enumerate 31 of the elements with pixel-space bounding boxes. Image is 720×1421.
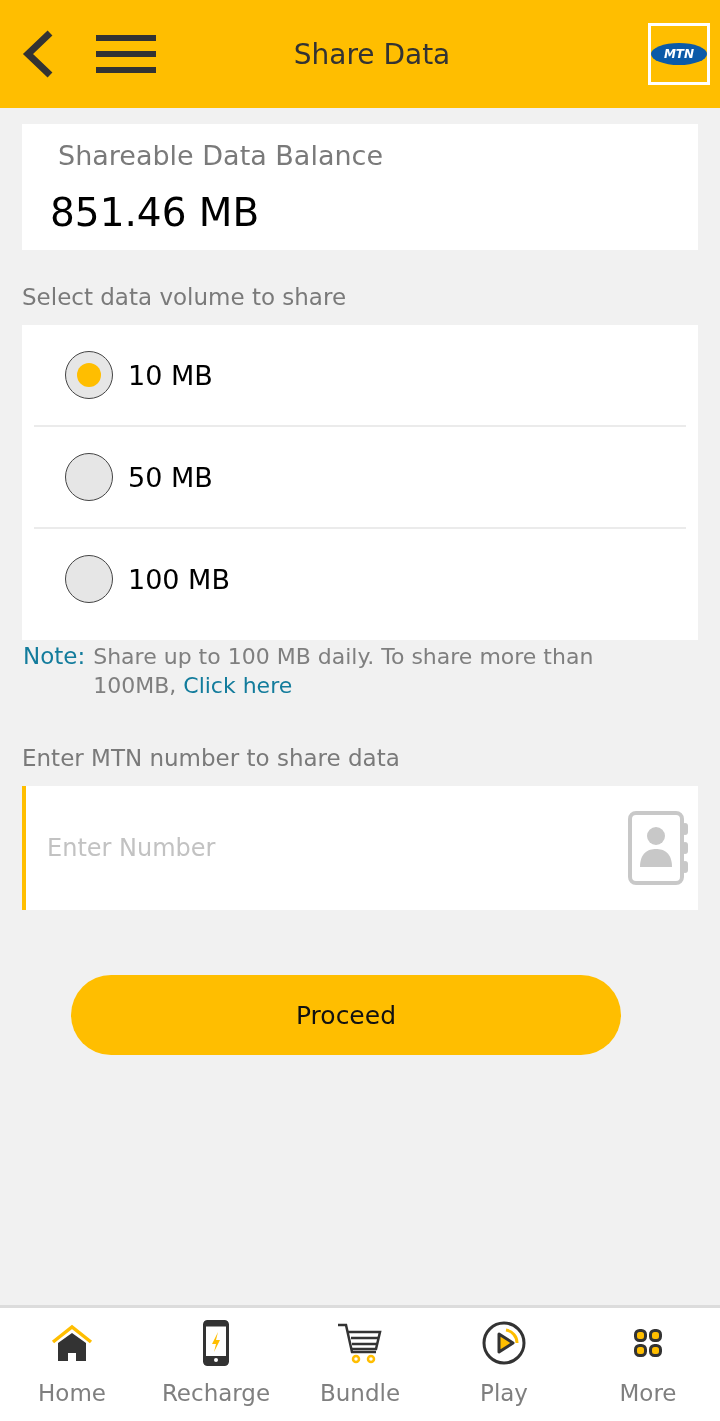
back-button[interactable] — [20, 30, 54, 78]
nav-item[interactable]: Recharge — [144, 1308, 288, 1421]
phone-bolt-icon — [203, 1320, 229, 1366]
nav-item[interactable]: More — [576, 1308, 720, 1421]
menu-button[interactable] — [96, 35, 156, 73]
option-label[interactable]: 50 MB — [128, 461, 213, 493]
option-label[interactable]: 10 MB — [128, 359, 213, 391]
section-label: Select data volume to share — [22, 283, 348, 311]
proceed-button[interactable]: Proceed — [71, 975, 621, 1055]
balance-value: 851.46 MB — [49, 189, 261, 237]
app-grid-icon — [634, 1329, 662, 1357]
nav-item[interactable]: Bundle — [288, 1308, 432, 1421]
balance-label: Shareable Data Balance — [57, 140, 385, 172]
cart-icon — [338, 1322, 382, 1364]
nav-item[interactable]: Play — [432, 1308, 576, 1421]
menu-icon — [96, 35, 156, 73]
page-title: Share Data — [292, 37, 452, 71]
radio-button[interactable] — [65, 555, 113, 603]
click-here-link[interactable]: Click here — [183, 673, 293, 698]
home-icon — [51, 1324, 93, 1362]
logo-wordmark: MTN — [651, 43, 707, 65]
section-label: Enter MTN number to share data — [22, 744, 401, 772]
play-icon — [482, 1321, 526, 1365]
number-input-field[interactable]: Enter Number — [22, 786, 698, 910]
note-text: Share up to 100 MB daily. To share more than 100MB, Click here — [93, 643, 595, 700]
radio-button[interactable] — [65, 351, 113, 399]
option-label[interactable]: 100 MB — [128, 563, 230, 595]
nav-item[interactable]: Home — [0, 1308, 144, 1421]
back-icon — [20, 30, 54, 78]
radio-button[interactable] — [65, 453, 113, 501]
note-label: Note: — [23, 642, 86, 671]
